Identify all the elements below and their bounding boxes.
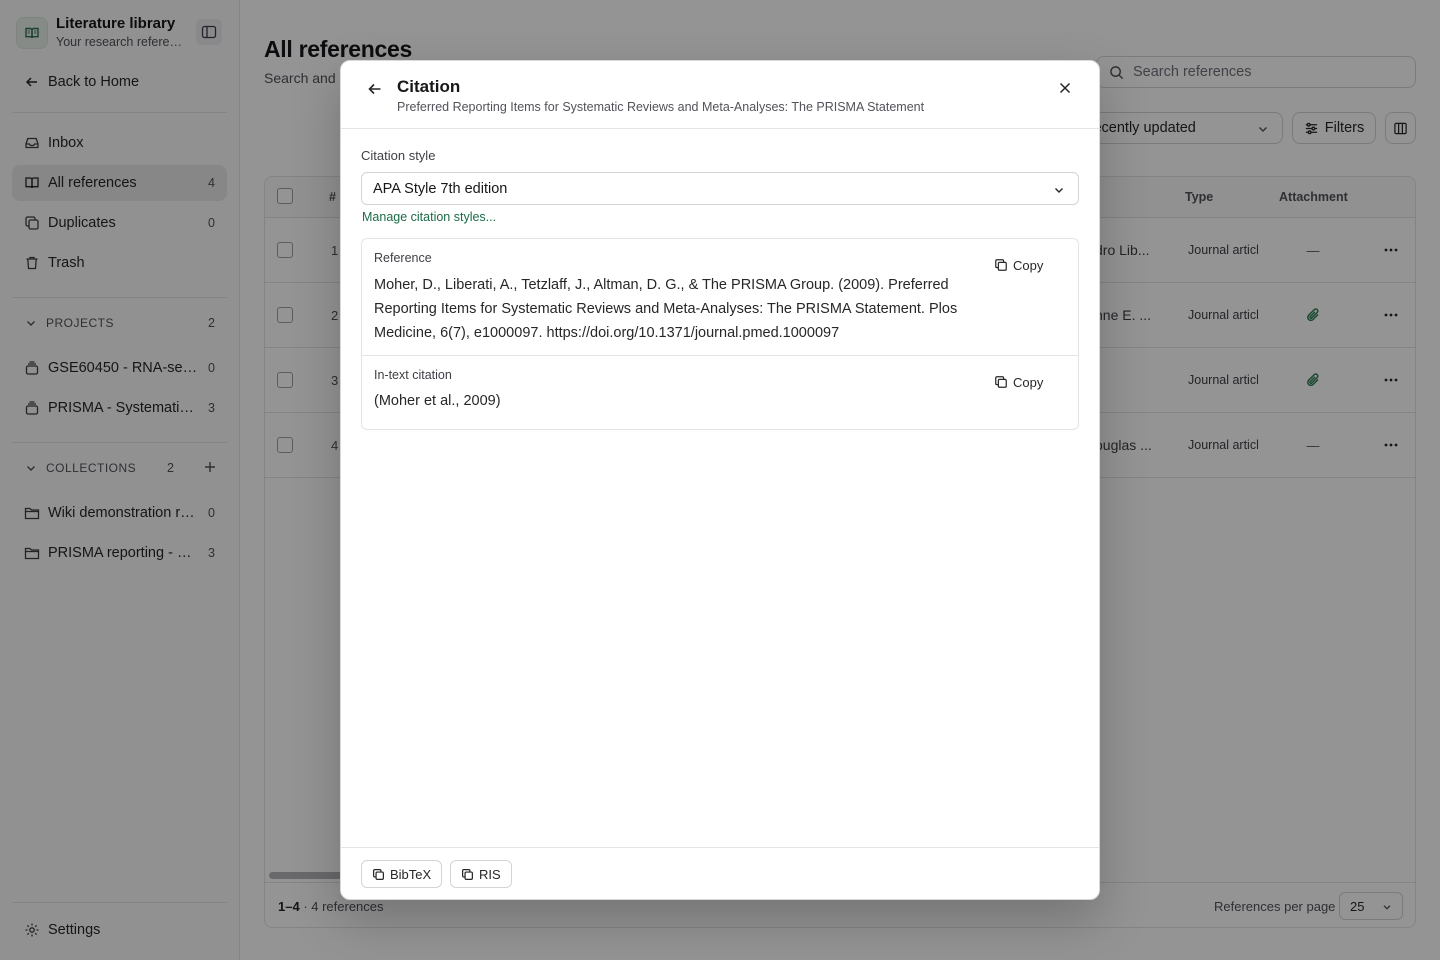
copy-icon	[994, 258, 1008, 272]
citation-output: Reference Moher, D., Liberati, A., Tetzl…	[361, 238, 1079, 430]
in-text-citation-label: In-text citation	[374, 368, 452, 382]
citation-style-select[interactable]: APA Style 7th edition	[361, 172, 1079, 205]
reference-label: Reference	[374, 251, 432, 265]
reference-section: Reference Moher, D., Liberati, A., Tetzl…	[362, 239, 1078, 356]
in-text-citation-section: In-text citation (Moher et al., 2009) Co…	[362, 356, 1078, 429]
chevron-down-icon	[1052, 183, 1066, 197]
citation-style-label: Citation style	[361, 148, 436, 163]
copy-ris-button[interactable]: RIS	[450, 860, 512, 888]
dialog-header: Citation Preferred Reporting Items for S…	[341, 61, 1099, 129]
ris-label: RIS	[479, 866, 501, 882]
copy-icon	[994, 375, 1008, 389]
citation-dialog: Citation Preferred Reporting Items for S…	[340, 60, 1100, 900]
citation-style-value: APA Style 7th edition	[373, 180, 508, 197]
back-button[interactable]	[365, 79, 385, 99]
copy-icon	[461, 868, 474, 881]
copy-label: Copy	[1013, 374, 1044, 390]
dialog-subtitle: Preferred Reporting Items for Systematic…	[397, 100, 925, 114]
copy-bibtex-button[interactable]: BibTeX	[361, 860, 443, 888]
copy-in-text-button[interactable]: Copy	[994, 371, 1043, 393]
copy-label: Copy	[1013, 257, 1044, 273]
close-icon	[1059, 82, 1071, 94]
arrow-left-icon	[368, 83, 381, 95]
reference-text[interactable]: Moher, D., Liberati, A., Tetzlaff, J., A…	[374, 273, 964, 345]
copy-reference-button[interactable]: Copy	[994, 254, 1043, 276]
close-button[interactable]	[1054, 77, 1076, 99]
copy-icon	[372, 868, 385, 881]
dialog-footer: BibTeX RIS	[341, 847, 1099, 899]
manage-citation-styles-link[interactable]: Manage citation styles...	[362, 210, 496, 224]
dialog-title: Citation	[397, 77, 461, 96]
bibtex-label: BibTeX	[390, 866, 432, 882]
in-text-citation-text[interactable]: (Moher et al., 2009)	[374, 389, 964, 413]
